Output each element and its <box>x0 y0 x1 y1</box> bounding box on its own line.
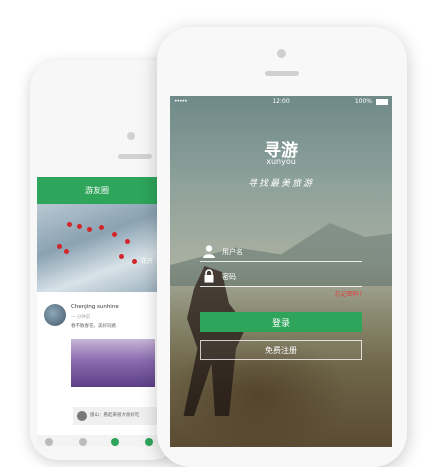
username-input[interactable] <box>222 246 352 258</box>
login-button[interactable]: 登录 <box>200 312 362 332</box>
lock-icon <box>204 269 214 283</box>
username-field[interactable] <box>200 243 362 262</box>
berry-shape <box>67 222 72 227</box>
berry-shape <box>132 259 137 264</box>
battery-percent: 100% <box>354 98 372 105</box>
tab-home-icon[interactable] <box>45 438 53 446</box>
status-bar: ••••• 12:00 100% <box>170 96 392 108</box>
tab-bar <box>37 435 157 447</box>
berry-shape <box>77 224 82 229</box>
login-screen: ••••• 12:00 100% 寻游 xunyou 寻找最美旅游 忘记密码? … <box>170 96 392 447</box>
berry-shape <box>119 254 124 259</box>
post-comment: 傲山：看起来很大很好吃 <box>73 407 157 425</box>
back-phone-speaker <box>118 154 152 159</box>
forgot-password-link[interactable]: 忘记密码? <box>335 289 362 298</box>
password-input[interactable] <box>222 271 352 283</box>
register-button[interactable]: 免费注册 <box>200 340 362 360</box>
post-time: 一 分钟前 <box>71 315 91 320</box>
berry-shape <box>87 227 92 232</box>
comment-avatar <box>77 411 87 421</box>
battery-icon <box>376 99 388 105</box>
user-icon <box>203 245 215 258</box>
tab-moments-icon[interactable] <box>111 438 119 446</box>
avatar[interactable] <box>44 304 66 326</box>
post-author: Chenjing sunhine <box>71 304 119 310</box>
back-phone-camera <box>127 132 135 140</box>
banner-image[interactable]: 花开 <box>37 204 157 292</box>
back-phone-screen: 游友圈 花开 Chenjing sunhine 一 分钟前 春不散春花，美好同路… <box>37 177 157 447</box>
post-text: 春不散春花，美好同路 <box>71 324 116 329</box>
banner-tag: 花开 <box>140 258 153 265</box>
tab-profile-icon[interactable] <box>145 438 153 446</box>
berry-shape <box>99 225 104 230</box>
tab-discover-icon[interactable] <box>79 438 87 446</box>
password-field[interactable] <box>200 268 362 287</box>
feed-post[interactable]: Chenjing sunhine 一 分钟前 春不散春花，美好同路 <box>37 292 157 422</box>
berry-shape <box>64 249 69 254</box>
berry-shape <box>112 232 117 237</box>
post-photo[interactable] <box>71 339 155 387</box>
berry-shape <box>125 239 130 244</box>
front-phone-speaker <box>265 71 299 76</box>
app-logo-subtitle: xunyou <box>266 157 296 166</box>
comment-text: 傲山：看起来很大很好吃 <box>90 413 140 418</box>
berry-shape <box>57 244 62 249</box>
back-header-title: 游友圈 <box>37 177 157 204</box>
app-slogan: 寻找最美旅游 <box>247 179 314 189</box>
front-phone-camera <box>277 49 286 58</box>
